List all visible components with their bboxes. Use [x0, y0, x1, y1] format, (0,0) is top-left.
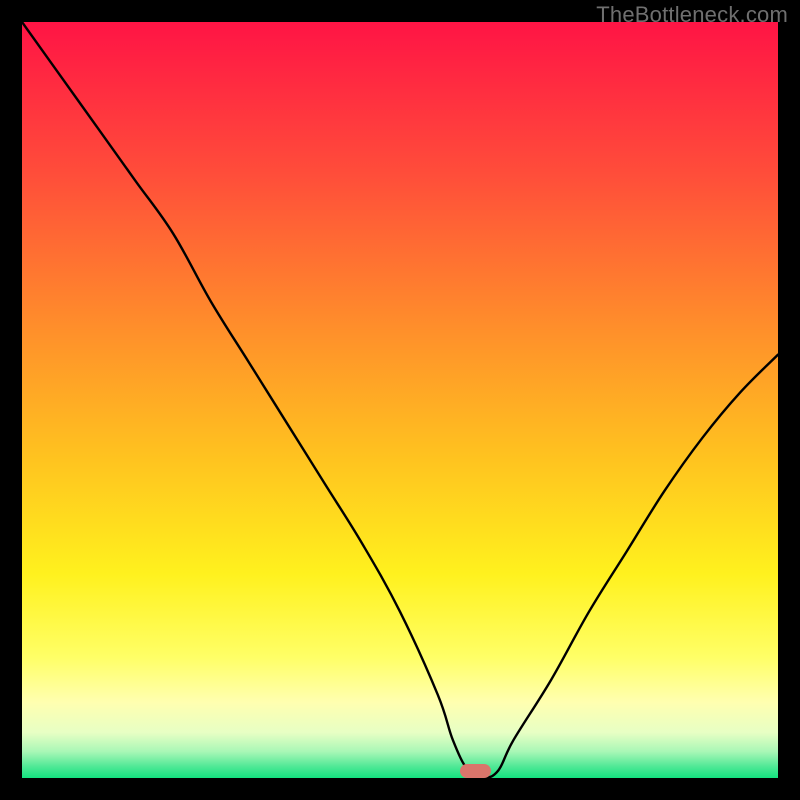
optimal-marker [460, 764, 492, 778]
chart-frame [22, 22, 778, 778]
bottleneck-curve [22, 22, 778, 778]
